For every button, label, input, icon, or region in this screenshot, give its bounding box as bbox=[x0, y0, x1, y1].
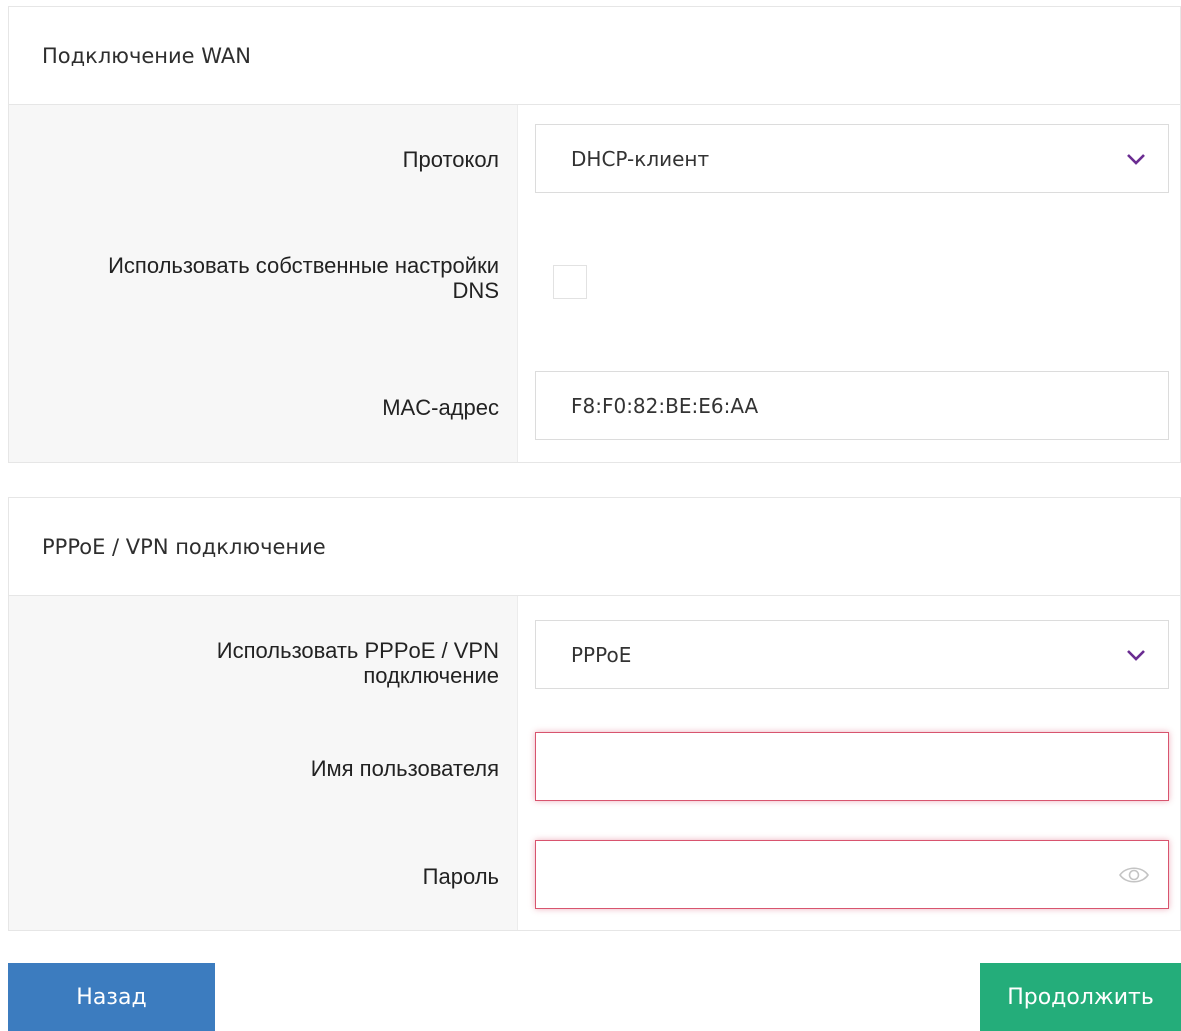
chevron-down-icon bbox=[1127, 154, 1145, 165]
eye-icon[interactable] bbox=[1118, 863, 1150, 887]
pppoe-card-body: Использовать PPPoE / VPN подключение Имя… bbox=[9, 596, 1180, 930]
username-label: Имя пользователя bbox=[310, 756, 499, 781]
mac-address-value: F8:F0:82:BE:E6:AA bbox=[571, 393, 759, 418]
use-pppoe-label: Использовать PPPoE / VPN подключение bbox=[217, 638, 499, 688]
custom-dns-label: Использовать собственные настройки DNS bbox=[108, 253, 499, 303]
back-button[interactable]: Назад bbox=[8, 963, 215, 1031]
password-label: Пароль bbox=[422, 864, 499, 889]
protocol-select[interactable]: DHCP-клиент bbox=[535, 124, 1169, 193]
username-input[interactable] bbox=[535, 732, 1169, 801]
mac-address-input[interactable]: F8:F0:82:BE:E6:AA bbox=[535, 371, 1169, 440]
protocol-label: Протокол bbox=[402, 147, 499, 172]
custom-dns-label-line1: Использовать собственные настройки bbox=[108, 253, 499, 278]
wan-label-column: Протокол Использовать собственные настро… bbox=[9, 105, 518, 462]
custom-dns-label-line2: DNS bbox=[452, 278, 499, 303]
chevron-down-icon bbox=[1127, 650, 1145, 661]
use-pppoe-label-line1: Использовать PPPoE / VPN bbox=[216, 638, 499, 663]
custom-dns-checkbox[interactable] bbox=[553, 265, 587, 299]
use-pppoe-label-line2: подключение bbox=[363, 663, 499, 688]
use-pppoe-select-value: PPPoE bbox=[571, 642, 632, 667]
protocol-select-value: DHCP-клиент bbox=[571, 146, 710, 171]
password-input[interactable] bbox=[535, 840, 1169, 909]
pppoe-card-title: PPPoE / VPN подключение bbox=[9, 498, 1180, 596]
wan-connection-card: Подключение WAN Протокол Использовать со… bbox=[8, 6, 1181, 463]
pppoe-label-column: Использовать PPPoE / VPN подключение Имя… bbox=[9, 596, 518, 930]
mac-address-label: MAC-адрес bbox=[382, 395, 499, 420]
wan-card-title: Подключение WAN bbox=[9, 7, 1180, 105]
pppoe-vpn-card: PPPoE / VPN подключение Использовать PPP… bbox=[8, 497, 1181, 931]
use-pppoe-select[interactable]: PPPoE bbox=[535, 620, 1169, 689]
wan-card-body: Протокол Использовать собственные настро… bbox=[9, 105, 1180, 462]
wan-field-column: DHCP-клиент F8:F0:82:BE:E6:AA bbox=[518, 105, 1180, 462]
continue-button[interactable]: Продолжить bbox=[980, 963, 1181, 1031]
pppoe-field-column: PPPoE bbox=[518, 596, 1180, 930]
